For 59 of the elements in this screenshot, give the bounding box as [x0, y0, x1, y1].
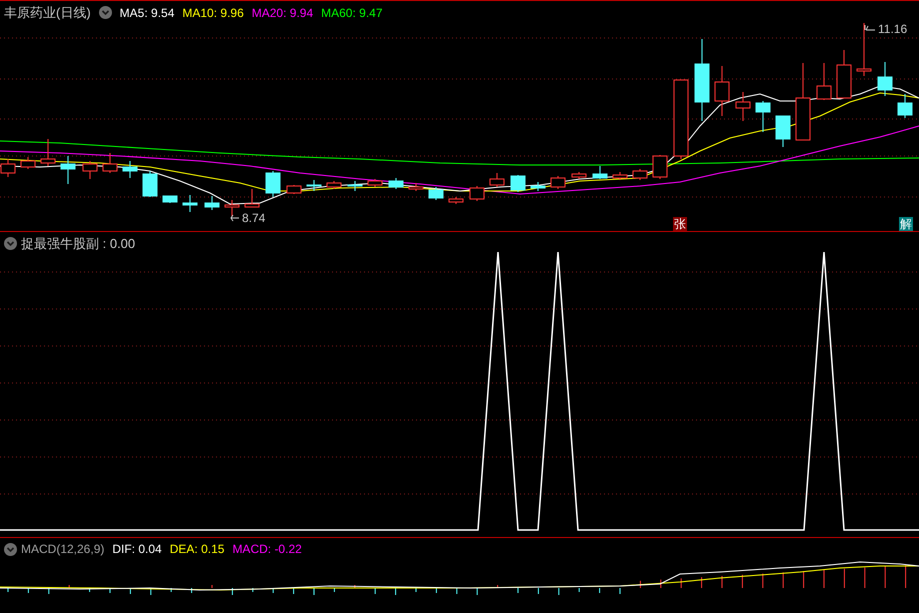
candlestick: [878, 62, 892, 96]
candlestick: [348, 180, 362, 192]
candlestick: [776, 116, 790, 148]
candlestick: [856, 22, 872, 76]
candlestick: [816, 62, 832, 100]
candlestick: [20, 156, 36, 170]
candlestick: [244, 188, 260, 208]
indicator-title: 捉最强牛股副 : 0.00: [21, 235, 136, 253]
ma-legend-label: MA20: 9.94: [252, 4, 314, 22]
candlestick: [408, 182, 424, 192]
candlestick: [898, 94, 912, 118]
candlestick: [756, 100, 770, 132]
candlestick: [428, 186, 444, 200]
high-price-label: 11.16: [878, 21, 908, 38]
candlestick: [266, 170, 280, 198]
candlestick: [368, 178, 382, 188]
ma-legend-label: MA10: 9.96: [182, 4, 244, 22]
signal-badge: 解: [899, 217, 913, 231]
arrow-icon: [230, 214, 240, 222]
chevron-icon[interactable]: [98, 6, 112, 20]
candlestick: [388, 178, 404, 190]
candlestick: [286, 184, 302, 194]
candlestick: [714, 66, 730, 116]
low-price-label: 8.74: [242, 210, 266, 227]
candlestick: [182, 194, 198, 212]
candlestick: [592, 166, 608, 180]
candlestick: [612, 172, 628, 180]
candlestick: [530, 182, 546, 192]
macd-title: MACD(12,26,9): [21, 541, 104, 558]
candlestick: [40, 138, 56, 166]
candlestick: [448, 196, 464, 204]
candlestick: [306, 180, 322, 192]
candlestick: [122, 160, 138, 178]
macd-value-label: MACD: -0.22: [232, 541, 302, 558]
macd-value-label: DEA: 0.15: [170, 541, 224, 558]
candlestick: [204, 196, 220, 210]
candlestick: [470, 186, 484, 202]
candlestick: [632, 168, 648, 180]
ma-legend-label: MA5: 9.54: [120, 4, 174, 22]
candlestick: [326, 180, 342, 190]
candlestick: [572, 172, 586, 180]
candlestick: [510, 174, 526, 192]
candlestick: [102, 152, 118, 174]
candlestick: [490, 172, 504, 188]
candlestick: [836, 50, 852, 98]
chevron-icon[interactable]: [4, 542, 17, 556]
candlestick: [82, 160, 98, 180]
stock-title: 丰原药业(日线): [4, 4, 91, 22]
candlestick: [224, 200, 240, 218]
candlestick: [142, 170, 158, 198]
macd-value-label: DIF: 0.04: [112, 541, 162, 558]
candlestick: [652, 154, 668, 180]
candlestick: [550, 176, 566, 190]
candlestick: [60, 156, 76, 184]
signal-badge: 张: [673, 217, 687, 231]
candlestick: [736, 92, 750, 122]
ma-legend-label: MA60: 9.47: [321, 4, 382, 22]
chevron-icon[interactable]: [4, 237, 17, 250]
candlestick: [162, 196, 178, 204]
